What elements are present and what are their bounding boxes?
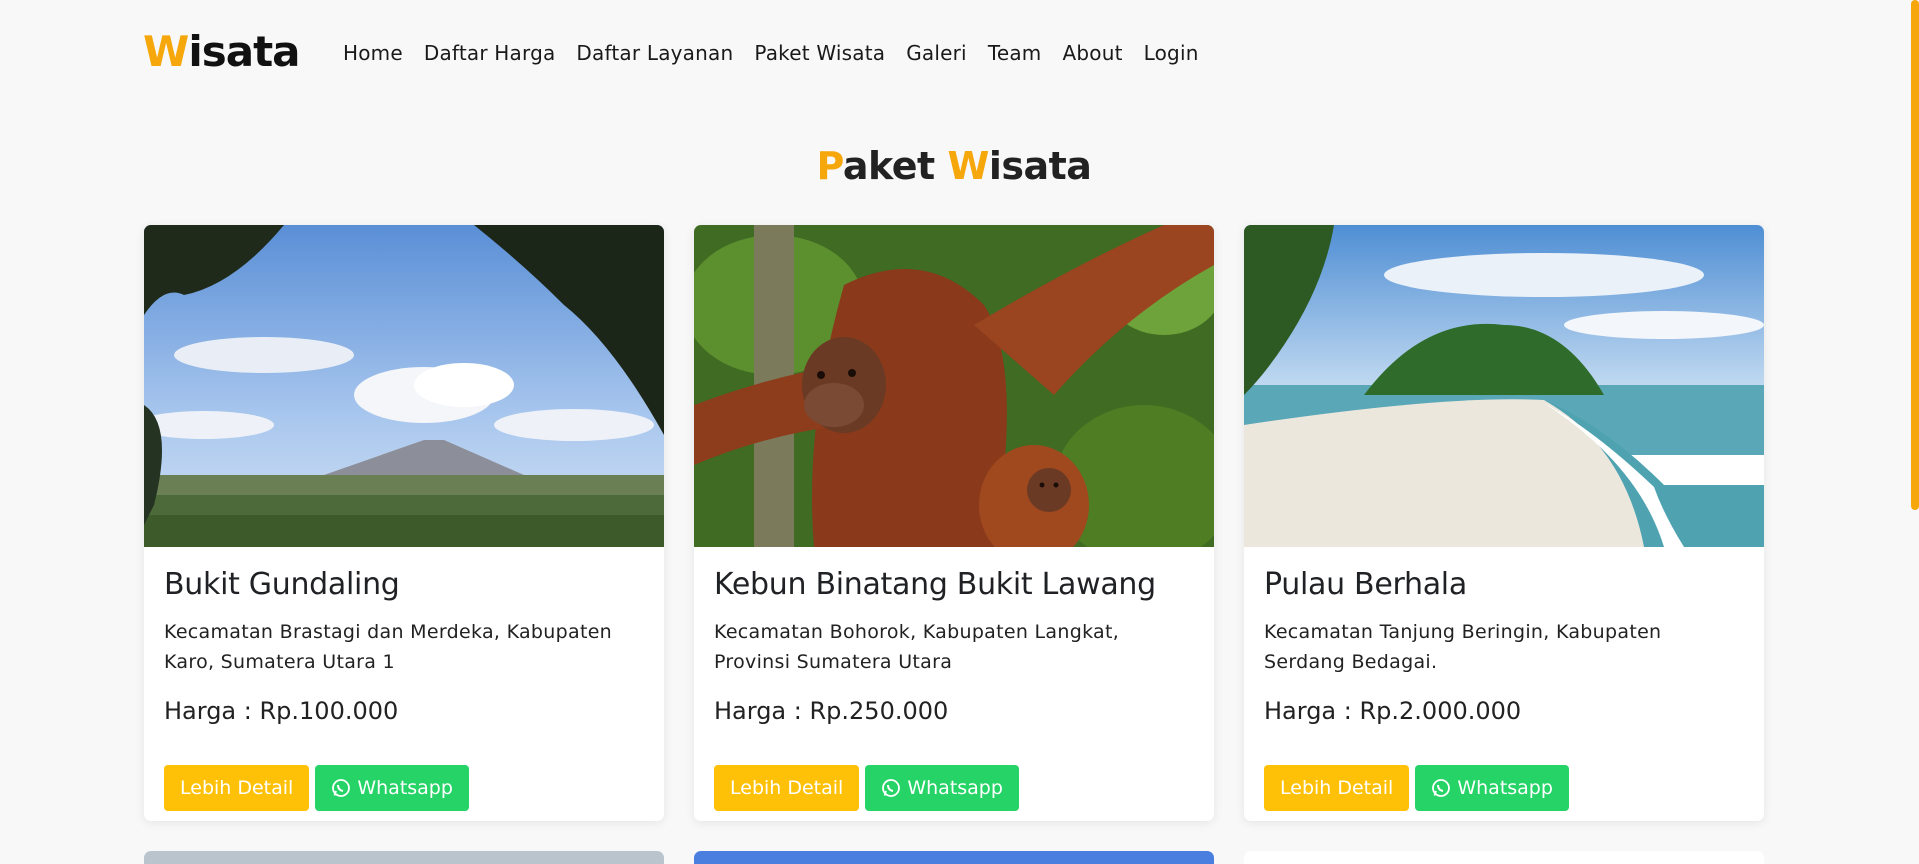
nav-galeri[interactable]: Galeri bbox=[906, 40, 967, 66]
whatsapp-label: Whatsapp bbox=[907, 777, 1003, 799]
card-location: Kecamatan Bohorok, Kabupaten Langkat, Pr… bbox=[714, 621, 1120, 673]
title-accent-w: W bbox=[947, 144, 989, 188]
detail-button[interactable]: Lebih Detail bbox=[714, 765, 860, 811]
whatsapp-button[interactable]: Whatsapp bbox=[865, 765, 1019, 811]
whatsapp-icon bbox=[882, 779, 901, 797]
detail-button[interactable]: Lebih Detail bbox=[164, 765, 310, 811]
whatsapp-label: Whatsapp bbox=[357, 777, 453, 799]
title-part-isata: isata bbox=[988, 144, 1092, 188]
orangutan-photo bbox=[694, 225, 1214, 547]
title-part-aket: aket bbox=[842, 144, 948, 188]
card-price: Harga : Rp.100.000 bbox=[164, 697, 399, 725]
title-accent-p: P bbox=[816, 144, 844, 188]
brand-text: isata bbox=[188, 27, 300, 76]
whatsapp-button[interactable]: Whatsapp bbox=[1415, 765, 1569, 811]
card-price: Harga : Rp.250.000 bbox=[714, 697, 949, 725]
nav-team[interactable]: Team bbox=[988, 40, 1042, 66]
whatsapp-icon bbox=[1432, 779, 1451, 797]
whatsapp-button[interactable]: Whatsapp bbox=[315, 765, 469, 811]
beach-island-photo bbox=[1244, 225, 1764, 547]
mountain-landscape-photo bbox=[144, 225, 664, 547]
card-location: Kecamatan Tanjung Beringin, Kabupaten Se… bbox=[1264, 621, 1662, 673]
section-title: Paket Wisata bbox=[0, 144, 1908, 188]
card-location: Kecamatan Brastagi dan Merdeka, Kabupate… bbox=[164, 621, 613, 673]
navbar: Wisata Home Daftar Harga Daftar Layanan … bbox=[0, 0, 1919, 106]
detail-button[interactable]: Lebih Detail bbox=[1264, 765, 1410, 811]
nav-paket-wisata[interactable]: Paket Wisata bbox=[754, 40, 885, 66]
card-price: Harga : Rp.2.000.000 bbox=[1264, 697, 1522, 725]
card-image-preview bbox=[1244, 851, 1764, 864]
package-card: Kebun Binatang Bukit Lawang Kecamatan Bo… bbox=[694, 225, 1214, 821]
brand-logo[interactable]: Wisata bbox=[143, 26, 300, 78]
main-nav: Home Daftar Harga Daftar Layanan Paket W… bbox=[343, 40, 1220, 66]
nav-daftar-layanan[interactable]: Daftar Layanan bbox=[576, 40, 733, 66]
card-title: Pulau Berhala bbox=[1264, 567, 1467, 602]
whatsapp-icon bbox=[332, 779, 351, 797]
package-card: Pulau Berhala Kecamatan Tanjung Beringin… bbox=[1244, 225, 1764, 821]
next-row-cards bbox=[144, 851, 1764, 864]
card-title: Bukit Gundaling bbox=[164, 567, 400, 602]
nav-daftar-harga[interactable]: Daftar Harga bbox=[424, 40, 556, 66]
nav-login[interactable]: Login bbox=[1144, 40, 1199, 66]
nav-about[interactable]: About bbox=[1062, 40, 1122, 66]
package-card: Bukit Gundaling Kecamatan Brastagi dan M… bbox=[144, 225, 664, 821]
card-image-preview bbox=[144, 851, 664, 864]
package-cards: Bukit Gundaling Kecamatan Brastagi dan M… bbox=[144, 225, 1764, 821]
page-scrollbar[interactable] bbox=[1911, 0, 1919, 510]
whatsapp-label: Whatsapp bbox=[1457, 777, 1553, 799]
card-image-preview bbox=[694, 851, 1214, 864]
card-title: Kebun Binatang Bukit Lawang bbox=[714, 567, 1156, 602]
nav-home[interactable]: Home bbox=[343, 40, 403, 66]
brand-accent-letter: W bbox=[143, 27, 189, 76]
